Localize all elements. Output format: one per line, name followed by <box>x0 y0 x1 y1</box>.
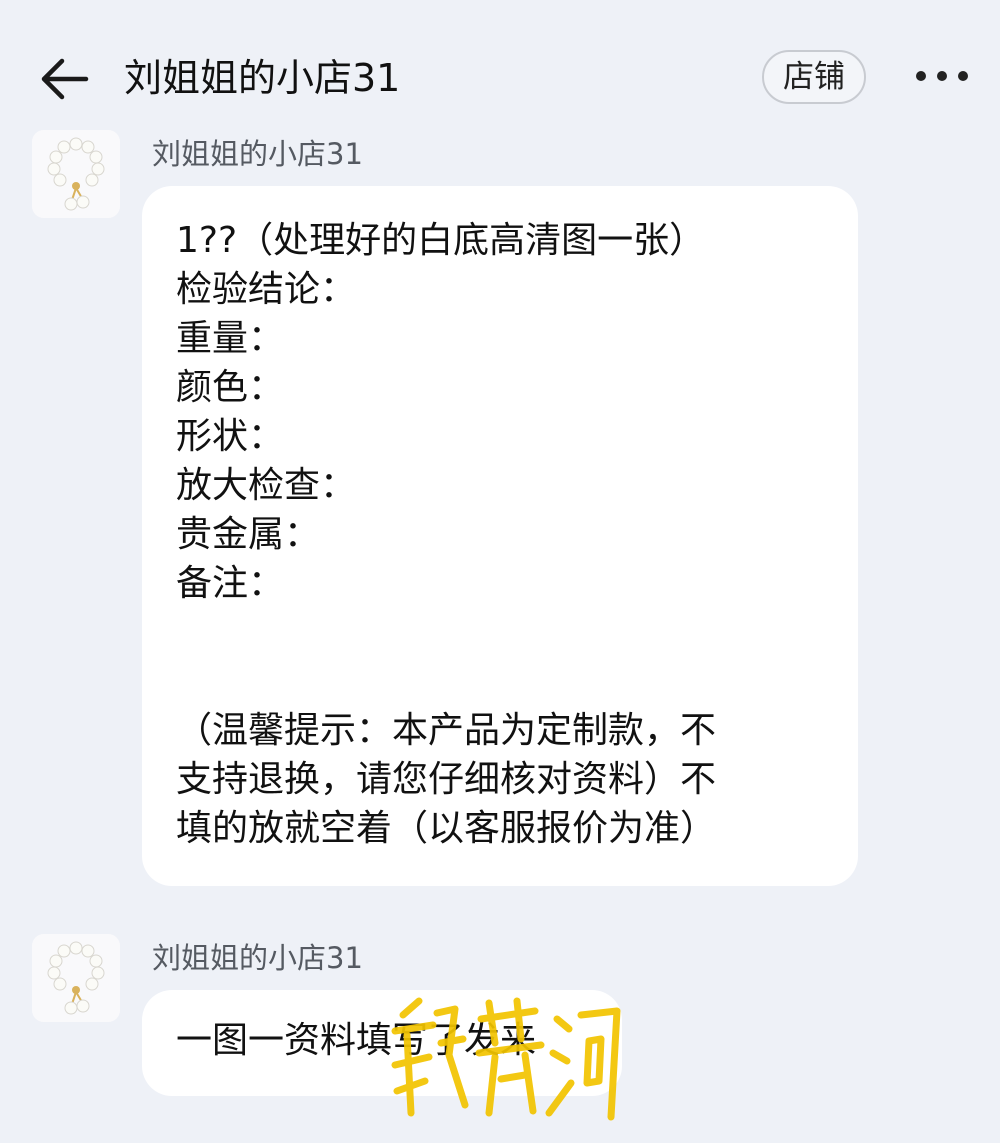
message-line: 贵金属： <box>176 514 321 555</box>
more-options-icon[interactable] <box>912 64 972 88</box>
message-line: 重量： <box>176 318 285 359</box>
back-arrow-icon[interactable] <box>38 56 90 102</box>
chat-header: 刘姐姐的小店31 店铺 <box>0 0 1000 140</box>
message-line: 放大检查： <box>176 465 357 506</box>
message-line <box>176 657 824 706</box>
message-line: 填的放就空着（以客服报价为准） <box>176 808 717 849</box>
message-line <box>176 608 824 657</box>
message-line: 备注： <box>176 563 285 604</box>
message-sender-name: 刘姐姐的小店31 <box>152 137 363 171</box>
chat-title: 刘姐姐的小店31 <box>124 56 401 100</box>
pearl-bracelet-avatar-icon <box>32 934 120 1022</box>
pearl-bracelet-avatar-icon <box>32 130 120 218</box>
shop-avatar[interactable] <box>32 934 120 1022</box>
shop-button[interactable]: 店铺 <box>762 50 866 104</box>
shop-avatar[interactable] <box>32 130 120 218</box>
message-line: 颜色： <box>176 367 285 408</box>
message-line: 检验结论： <box>176 269 357 310</box>
message-line: 形状： <box>176 416 285 457</box>
message-bubble[interactable]: 一图一资料填写了发来 <box>142 990 622 1096</box>
message-line: 支持退换，请您仔细核对资料）不 <box>176 759 717 800</box>
message-sender-name: 刘姐姐的小店31 <box>152 941 363 975</box>
message-line: 一图一资料填写了发来 <box>176 1020 537 1061</box>
message-line: 1??（处理好的白底高清图一张） <box>176 220 706 261</box>
message-bubble[interactable]: 1??（处理好的白底高清图一张） 检验结论： 重量： 颜色： 形状： 放大检查：… <box>142 186 858 886</box>
message-line: （温馨提示：本产品为定制款，不 <box>176 710 717 751</box>
